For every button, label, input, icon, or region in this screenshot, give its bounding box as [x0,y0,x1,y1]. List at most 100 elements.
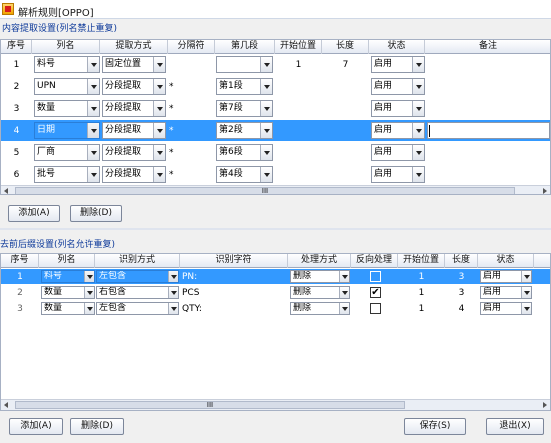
table-row[interactable]: 2 UPN 分段提取 * 第1段 启用 [1,76,550,97]
chevron-down-icon[interactable] [168,287,178,298]
start-field[interactable]: 1 [398,301,445,316]
table-row[interactable]: 1 料号 固定位置 1 7 启用 [1,54,550,75]
chevron-down-icon[interactable] [412,79,424,94]
table-row[interactable]: 6 批号 分段提取 * 第4段 启用 [1,164,550,185]
chevron-down-icon[interactable] [153,57,165,72]
start-field[interactable]: 1 [398,285,445,300]
length-field[interactable]: 3 [445,269,478,284]
method-select[interactable]: 分段提取 [102,100,166,117]
chevron-down-icon[interactable] [339,287,349,298]
table-row[interactable]: 5 厂商 分段提取 * 第6段 启用 [1,142,550,163]
start-field[interactable]: 1 [398,269,445,284]
length-field[interactable] [322,142,369,163]
separator-field[interactable]: * [168,76,215,97]
table-row[interactable]: 4 日期 分段提取 * 第2段 启用 [1,120,550,141]
status-select[interactable]: 启用 [371,166,425,183]
save-button[interactable]: 保存(S) [404,418,466,435]
col2-chars[interactable]: 识别字符 [180,254,288,268]
col-no[interactable]: 序号 [1,40,32,54]
length-field[interactable] [322,120,369,141]
table-row[interactable]: 2 数量 右包含 PCS 删除 13 启用 [1,285,550,300]
segment-select[interactable]: 第4段 [216,166,273,183]
segment-select[interactable] [216,56,273,73]
identify-chars-field[interactable]: PN: [181,269,287,284]
status-select[interactable]: 启用 [480,270,532,283]
start-field[interactable]: 1 [275,54,322,75]
length-field[interactable] [322,76,369,97]
name-select[interactable]: 批号 [34,166,100,183]
grid1-scroll-thumb[interactable]: III [15,187,515,194]
chevron-down-icon[interactable] [412,123,424,138]
length-field[interactable] [322,98,369,119]
note-field[interactable] [427,54,550,75]
length-field[interactable]: 7 [322,54,369,75]
col-method[interactable]: 提取方式 [100,40,168,54]
chevron-down-icon[interactable] [260,145,272,160]
chevron-down-icon[interactable] [339,271,349,282]
chevron-down-icon[interactable] [84,303,94,314]
start-field[interactable] [275,142,322,163]
reverse-checkbox[interactable] [370,271,381,282]
grid2-scroll-thumb[interactable]: III [15,401,405,409]
chevron-down-icon[interactable] [260,101,272,116]
segment-select[interactable]: 第7段 [216,100,273,117]
col2-no[interactable]: 序号 [1,254,39,268]
col-start[interactable]: 开始位置 [275,40,322,54]
section1-add-button[interactable]: 添加(A) [8,205,60,222]
col-status[interactable]: 状态 [369,40,425,54]
scroll-left-icon[interactable] [4,188,8,194]
handle-select[interactable]: 删除 [290,286,350,299]
chevron-down-icon[interactable] [412,57,424,72]
note-field[interactable] [427,98,550,119]
length-field[interactable]: 3 [445,285,478,300]
status-select[interactable]: 启用 [371,122,425,139]
section2-delete-button[interactable]: 删除(D) [70,418,124,435]
note-input[interactable] [427,122,550,139]
chevron-down-icon[interactable] [412,167,424,182]
reverse-checkbox[interactable] [370,287,381,298]
handle-select[interactable]: 删除 [290,270,350,283]
col2-method[interactable]: 识别方式 [95,254,180,268]
start-field[interactable] [275,164,322,185]
chevron-down-icon[interactable] [153,145,165,160]
name-select[interactable]: 厂商 [34,144,100,161]
chevron-down-icon[interactable] [260,57,272,72]
identify-method-select[interactable]: 右包含 [96,286,179,299]
col2-reverse[interactable]: 反向处理 [351,254,398,268]
identify-method-select[interactable]: 左包含 [96,270,179,283]
affix-remove-grid[interactable]: 序号 列名 识别方式 识别字符 处理方式 反向处理 开始位置 长度 状态 1 料号… [0,253,551,411]
scroll-right-icon[interactable] [543,188,547,194]
chevron-down-icon[interactable] [153,123,165,138]
segment-select[interactable]: 第1段 [216,78,273,95]
status-select[interactable]: 启用 [371,100,425,117]
col-note[interactable]: 备注 [425,40,550,54]
chevron-down-icon[interactable] [521,303,531,314]
grid2-hscrollbar[interactable]: III [1,399,550,410]
method-select[interactable]: 分段提取 [102,78,166,95]
table-row[interactable]: 3 数量 左包含 QTY: 删除 1 4 启用 [1,301,550,316]
name-select[interactable]: 料号 [41,270,95,283]
identify-chars-field[interactable]: PCS [181,285,287,300]
col-separator[interactable]: 分隔符 [168,40,215,54]
chevron-down-icon[interactable] [153,101,165,116]
identify-method-select[interactable]: 左包含 [96,302,179,315]
note-field[interactable] [427,142,550,163]
content-extract-grid[interactable]: 序号 列名 提取方式 分隔符 第几段 开始位置 长度 状态 备注 1 料号 固定位置… [0,39,551,195]
col2-length[interactable]: 长度 [445,254,478,268]
start-field[interactable] [275,120,322,141]
method-select[interactable]: 分段提取 [102,166,166,183]
chevron-down-icon[interactable] [87,101,99,116]
chevron-down-icon[interactable] [87,167,99,182]
col-segment[interactable]: 第几段 [215,40,275,54]
start-field[interactable] [275,76,322,97]
table-row[interactable]: 1 料号 左包含 PN: 删除 1 3 启用 [1,269,550,284]
chevron-down-icon[interactable] [153,79,165,94]
section1-delete-button[interactable]: 删除(D) [70,205,122,222]
col2-status[interactable]: 状态 [478,254,534,268]
reverse-checkbox[interactable] [370,303,381,314]
col2-start[interactable]: 开始位置 [398,254,445,268]
segment-select[interactable]: 第6段 [216,144,273,161]
separator-field[interactable]: * [168,164,215,185]
status-select[interactable]: 启用 [480,302,532,315]
chevron-down-icon[interactable] [87,79,99,94]
